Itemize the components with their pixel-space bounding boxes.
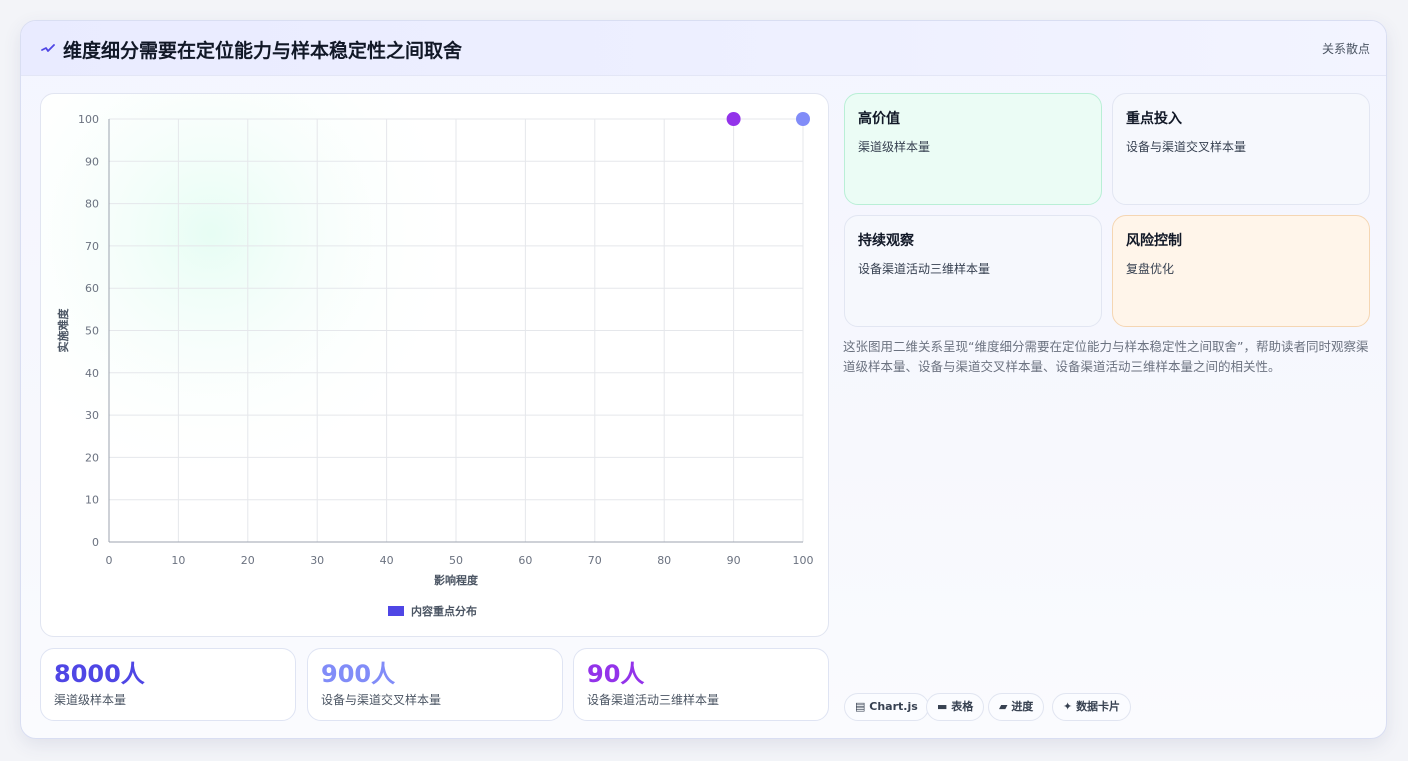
y-tick-label: 90 <box>85 155 99 168</box>
quadrant-title: 风险控制 <box>1126 233 1182 249</box>
x-tick-label: 0 <box>106 554 113 567</box>
scatter-point <box>726 112 741 126</box>
chart-icon: ▤ <box>855 700 866 713</box>
y-axis-label: 实施难度 <box>56 308 70 353</box>
y-tick-label: 50 <box>85 325 99 338</box>
stat-card-three-dim: 90人 设备渠道活动三维样本量 <box>573 648 829 721</box>
x-tick-label: 50 <box>449 554 463 567</box>
main-card: 维度细分需要在定位能力与样本稳定性之间取舍 关系散点 0 10 20 30 40 50 60… <box>20 20 1387 739</box>
quadrant-title: 高价值 <box>858 111 900 127</box>
chart-description: 这张图用二维关系呈现“维度细分需要在定位能力与样本稳定性之间取舍”，帮助读者同时… <box>843 339 1369 374</box>
y-tick-label: 80 <box>85 198 99 211</box>
y-tick-label: 30 <box>85 409 99 422</box>
chip-chartjs[interactable]: ▤ Chart.js <box>844 693 929 721</box>
pulse-icon <box>41 44 55 52</box>
stat-label: 设备与渠道交叉样本量 <box>321 693 442 707</box>
legend-label: 内容重点分布 <box>411 604 477 618</box>
scatter-point <box>796 112 810 126</box>
quadrant-title: 重点投入 <box>1126 111 1182 127</box>
chip-label: 进度 <box>1011 700 1034 713</box>
table-icon: ▬ <box>937 700 948 713</box>
stat-label: 渠道级样本量 <box>54 693 127 707</box>
y-tick-label: 40 <box>85 367 99 380</box>
chip-label: Chart.js <box>869 700 918 713</box>
y-tick-label: 60 <box>85 282 99 295</box>
x-tick-label: 60 <box>518 554 532 567</box>
x-axis-label: 影响程度 <box>434 573 479 587</box>
x-tick-label: 30 <box>310 554 324 567</box>
chart-panel: 0 10 20 30 40 50 60 70 80 90 100 0 10 20 30 40 50 60 70 80 9… <box>40 93 829 637</box>
stat-card-device-channel: 900人 设备与渠道交叉样本量 <box>307 648 563 721</box>
chip-data-card[interactable]: ✦ 数据卡片 <box>1052 693 1132 721</box>
y-tick-label: 0 <box>92 536 99 549</box>
quadrant-subtitle: 复盘优化 <box>1126 262 1175 276</box>
y-tick-label: 10 <box>85 494 99 507</box>
page-title: 维度细分需要在定位能力与样本稳定性之间取舍 <box>63 40 463 62</box>
quadrant-risk-control: 风险控制 复盘优化 <box>1112 215 1370 327</box>
stat-value: 90人 <box>587 660 645 688</box>
scatter-chart: 0 10 20 30 40 50 60 70 80 90 100 0 10 20 30 40 50 60 70 80 9… <box>41 94 814 618</box>
stat-card-channel: 8000人 渠道级样本量 <box>40 648 296 721</box>
quadrant-title: 持续观察 <box>858 233 914 249</box>
quadrant-subtitle: 渠道级样本量 <box>858 140 931 154</box>
chip-label: 表格 <box>951 700 974 713</box>
x-tick-label: 100 <box>793 554 814 567</box>
chip-progress[interactable]: ▰ 进度 <box>988 693 1045 721</box>
y-tick-label: 70 <box>85 240 99 253</box>
quadrant-subtitle: 设备渠道活动三维样本量 <box>858 262 991 276</box>
stat-label: 设备渠道活动三维样本量 <box>587 693 720 707</box>
legend-swatch <box>388 606 404 616</box>
progress-icon: ▰ <box>999 700 1008 713</box>
x-tick-label: 20 <box>241 554 255 567</box>
chip-table[interactable]: ▬ 表格 <box>926 693 985 721</box>
sparkle-icon: ✦ <box>1063 700 1073 713</box>
x-tick-label: 70 <box>588 554 602 567</box>
quadrant-high-value: 高价值 渠道级样本量 <box>844 93 1102 205</box>
quadrant-subtitle: 设备与渠道交叉样本量 <box>1126 140 1247 154</box>
x-tick-label: 80 <box>657 554 671 567</box>
x-tick-label: 10 <box>171 554 185 567</box>
card-header: 维度细分需要在定位能力与样本稳定性之间取舍 关系散点 <box>21 21 1386 76</box>
stat-value: 8000人 <box>54 660 145 688</box>
y-tick-label: 20 <box>85 451 99 464</box>
x-tick-label: 90 <box>727 554 741 567</box>
stat-value: 900人 <box>321 660 396 688</box>
y-tick-label: 100 <box>78 113 99 126</box>
x-tick-label: 40 <box>380 554 394 567</box>
chart-type-tag: 关系散点 <box>1321 42 1370 56</box>
chip-label: 数据卡片 <box>1076 700 1121 713</box>
quadrant-observe: 持续观察 设备渠道活动三维样本量 <box>844 215 1102 327</box>
quadrant-key-investment: 重点投入 设备与渠道交叉样本量 <box>1112 93 1370 205</box>
